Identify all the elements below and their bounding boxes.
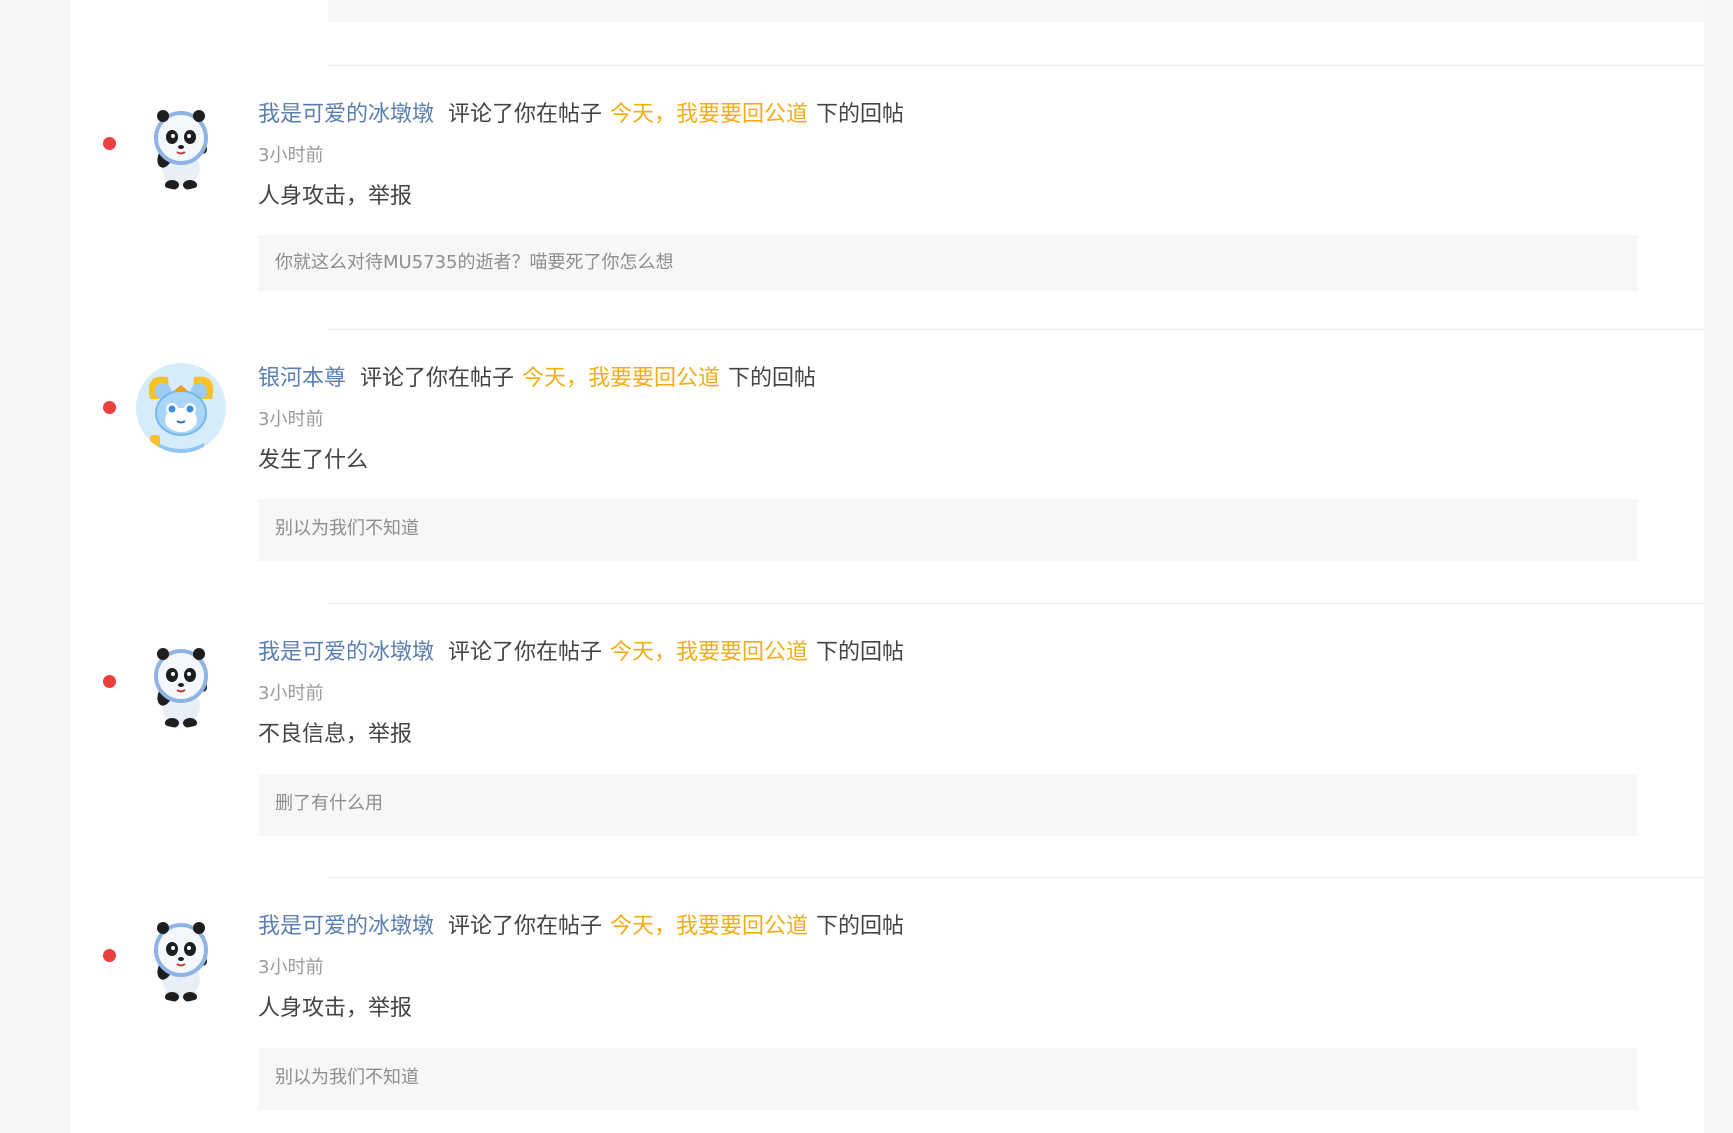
- notification-panel: 我是可爱的冰墩墩 评论了你在帖子 今天，我要要回公道 下的回帖 3小时前 人身攻击，举…: [70, 0, 1708, 1133]
- notification-headline: 我是可爱的冰墩墩 评论了你在帖子 今天，我要要回公道 下的回帖: [258, 638, 904, 668]
- username-link[interactable]: 我是可爱的冰墩墩: [258, 102, 434, 127]
- quoted-text: 你就这么对待MU5735的逝者？喵要死了你怎么想: [275, 252, 674, 273]
- unread-dot: [103, 675, 116, 688]
- reply-content: 不良信息，举报: [258, 722, 413, 747]
- reply-content: 人身攻击，举报: [258, 184, 413, 209]
- timestamp: 3小时前: [258, 145, 324, 166]
- post-title-link[interactable]: 今天，我要要回公道: [610, 640, 808, 665]
- notification-headline: 我是可爱的冰墩墩 评论了你在帖子 今天，我要要回公道 下的回帖: [258, 100, 904, 130]
- suffix-text: 下的回帖: [816, 914, 905, 939]
- action-text: 评论了你在帖子: [448, 102, 603, 127]
- quoted-text: 删了有什么用: [275, 793, 383, 814]
- action-text: 评论了你在帖子: [448, 640, 603, 665]
- quoted-text: 别以为我们不知道: [275, 518, 419, 539]
- quoted-post-box[interactable]: 别以为我们不知道: [258, 1048, 1638, 1110]
- notification-item[interactable]: 我是可爱的冰墩墩 评论了你在帖子 今天，我要要回公道 下的回帖 3小时前 人身攻击，举…: [70, 65, 1704, 291]
- quoted-post-box[interactable]: 你就这么对待MU5735的逝者？喵要死了你怎么想: [258, 235, 1638, 291]
- post-title-link[interactable]: 今天，我要要回公道: [522, 366, 720, 391]
- user-avatar[interactable]: [136, 100, 226, 190]
- quoted-text: 别以为我们不知道: [275, 1067, 419, 1088]
- suffix-text: 下的回帖: [728, 366, 817, 391]
- suffix-text: 下的回帖: [816, 640, 905, 665]
- previous-quote-box: [328, 0, 1708, 22]
- notification-item[interactable]: 我是可爱的冰墩墩 评论了你在帖子 今天，我要要回公道 下的回帖 3小时前 人身攻击，举…: [70, 877, 1704, 1110]
- notification-item[interactable]: 银河本尊 评论了你在帖子 今天，我要要回公道 下的回帖 3小时前 发生了什么 别以为我…: [70, 329, 1704, 561]
- reply-content: 发生了什么: [258, 448, 369, 473]
- quoted-post-box[interactable]: 删了有什么用: [258, 774, 1638, 836]
- suffix-text: 下的回帖: [816, 102, 905, 127]
- action-text: 评论了你在帖子: [360, 366, 515, 391]
- action-text: 评论了你在帖子: [448, 914, 603, 939]
- notification-item[interactable]: 我是可爱的冰墩墩 评论了你在帖子 今天，我要要回公道 下的回帖 3小时前 不良信息，举…: [70, 603, 1704, 836]
- user-avatar[interactable]: [136, 638, 226, 728]
- user-avatar[interactable]: [136, 912, 226, 1002]
- username-link[interactable]: 我是可爱的冰墩墩: [258, 640, 434, 665]
- username-link[interactable]: 银河本尊: [258, 366, 346, 391]
- post-title-link[interactable]: 今天，我要要回公道: [610, 102, 808, 127]
- quoted-post-box[interactable]: 别以为我们不知道: [258, 499, 1638, 561]
- bing-dwen-dwen-avatar: [136, 638, 226, 728]
- notification-headline: 银河本尊 评论了你在帖子 今天，我要要回公道 下的回帖: [258, 364, 816, 394]
- post-title-link[interactable]: 今天，我要要回公道: [610, 914, 808, 939]
- timestamp: 3小时前: [258, 683, 324, 704]
- notification-headline: 我是可爱的冰墩墩 评论了你在帖子 今天，我要要回公道 下的回帖: [258, 912, 904, 942]
- bing-dwen-dwen-avatar: [136, 100, 226, 190]
- shuey-rhon-rhon-avatar: [136, 363, 226, 453]
- unread-dot: [103, 401, 116, 414]
- timestamp: 3小时前: [258, 957, 324, 978]
- timestamp: 3小时前: [258, 409, 324, 430]
- bing-dwen-dwen-avatar: [136, 912, 226, 1002]
- username-link[interactable]: 我是可爱的冰墩墩: [258, 914, 434, 939]
- reply-content: 人身攻击，举报: [258, 996, 413, 1021]
- user-avatar[interactable]: [136, 363, 226, 453]
- unread-dot: [103, 949, 116, 962]
- unread-dot: [103, 137, 116, 150]
